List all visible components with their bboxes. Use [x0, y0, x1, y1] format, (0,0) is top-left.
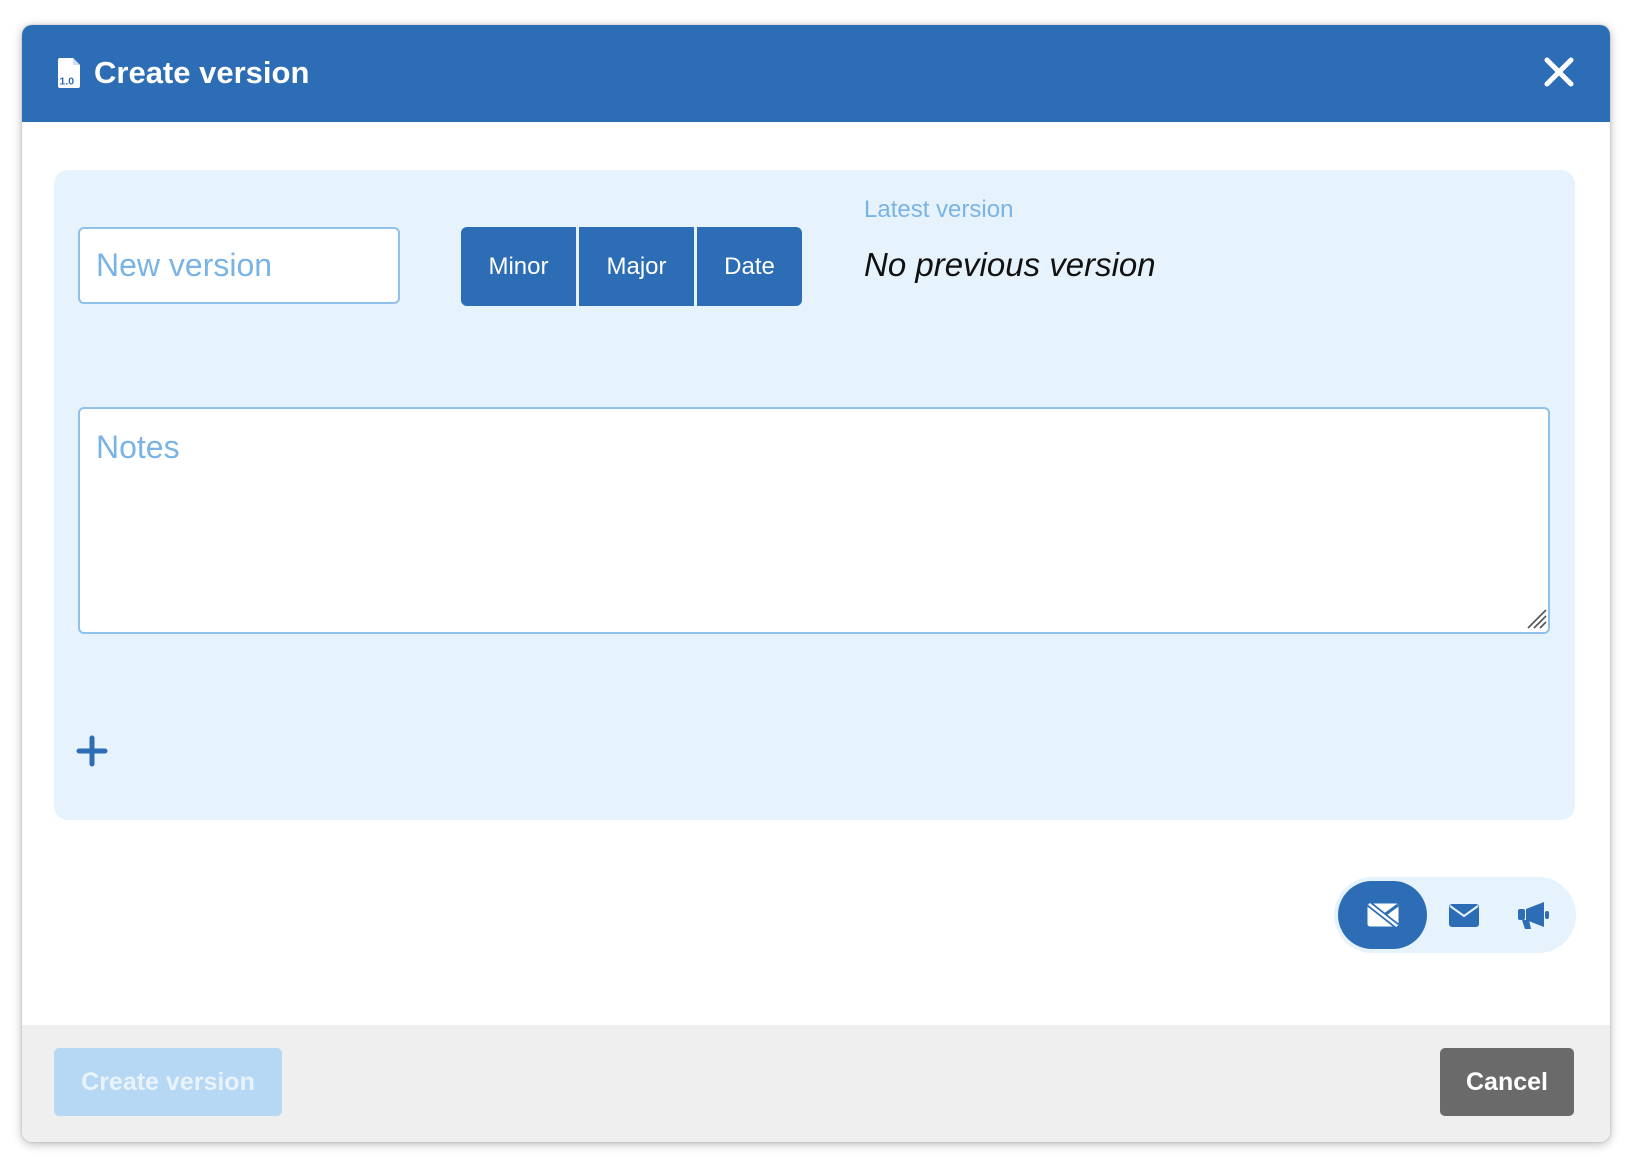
version-form-panel: Minor Major Date Latest version No previ… [54, 170, 1575, 820]
new-version-input[interactable] [78, 227, 400, 304]
plus-icon[interactable] [76, 735, 108, 767]
no-email-icon [1366, 902, 1399, 928]
date-button[interactable]: Date [697, 227, 802, 306]
megaphone-icon [1518, 902, 1549, 929]
notification-toggle-group [1334, 877, 1576, 953]
no-notification-option[interactable] [1338, 881, 1427, 949]
resize-handle-icon[interactable] [1524, 606, 1548, 630]
email-notification-option[interactable] [1434, 881, 1494, 949]
notes-textarea[interactable] [78, 407, 1550, 634]
create-version-button[interactable]: Create version [54, 1048, 282, 1116]
create-version-dialog: 1.0 Create version Minor Major Date Late… [22, 25, 1610, 1142]
version-increment-group: Minor Major Date [461, 227, 802, 306]
latest-version-label: Latest version [864, 196, 1014, 223]
dialog-header: 1.0 Create version [22, 25, 1610, 122]
email-icon [1449, 903, 1479, 927]
dialog-footer: Create version Cancel [22, 1025, 1610, 1142]
dialog-title: Create version [94, 55, 310, 90]
major-button[interactable]: Major [579, 227, 694, 306]
svg-text:1.0: 1.0 [60, 76, 75, 88]
announcement-option[interactable] [1504, 881, 1564, 949]
minor-button[interactable]: Minor [461, 227, 576, 306]
latest-version-value: No previous version [864, 246, 1156, 283]
cancel-button[interactable]: Cancel [1440, 1048, 1574, 1116]
file-version-icon: 1.0 [58, 58, 80, 88]
close-icon[interactable] [1542, 55, 1576, 89]
